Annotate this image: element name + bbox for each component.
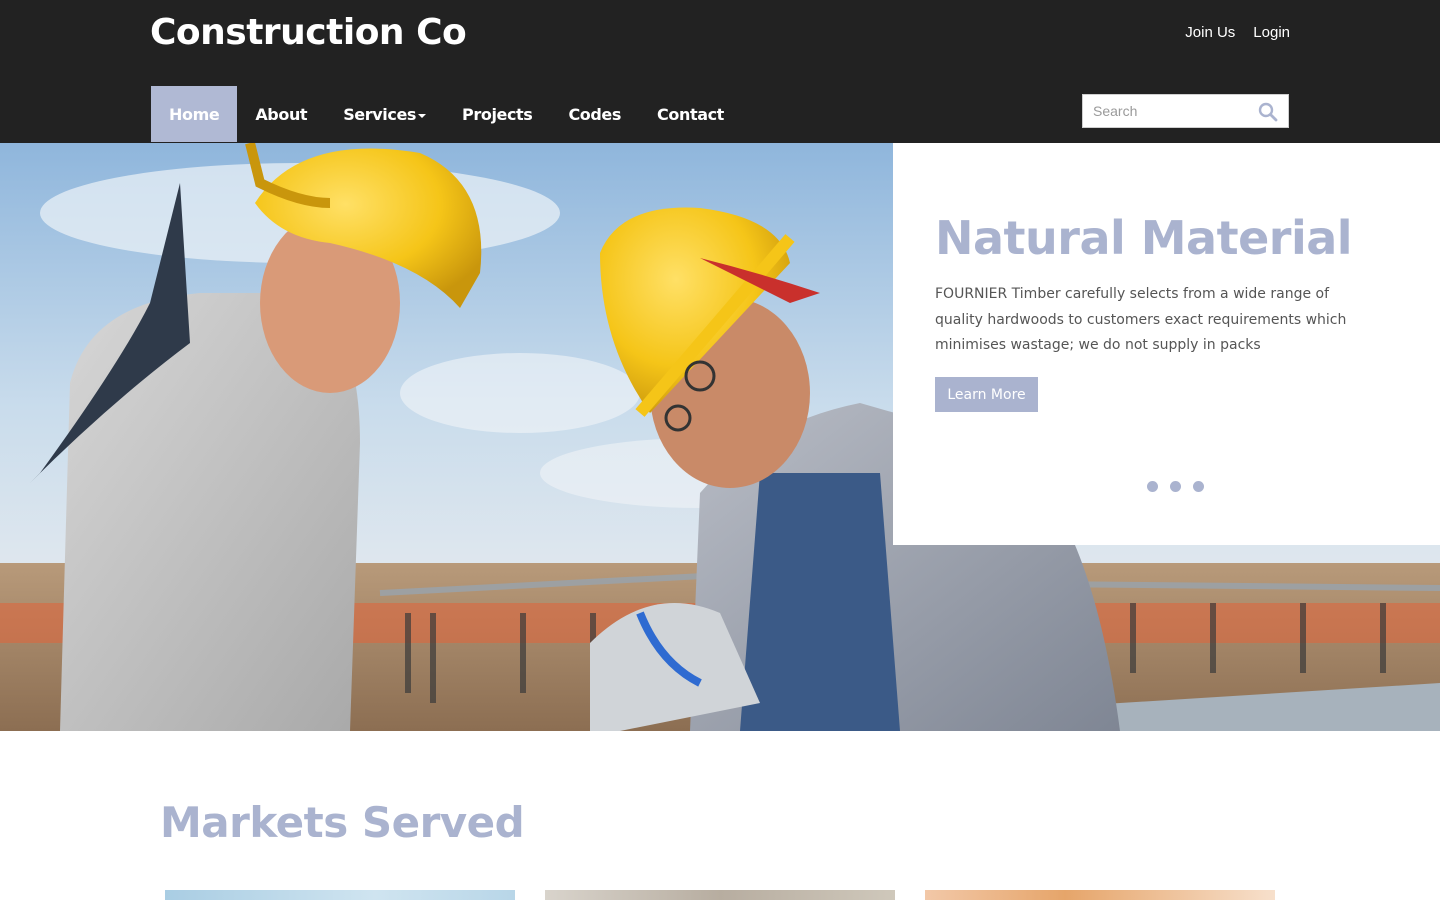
nav-item-home[interactable]: Home — [151, 86, 238, 142]
login-link[interactable]: Login — [1253, 24, 1290, 41]
market-thumbnail[interactable] — [925, 890, 1275, 900]
carousel-dots — [1147, 481, 1204, 492]
markets-served-heading: Markets Served — [160, 798, 525, 847]
nav-item-label: Contact — [657, 104, 724, 124]
carousel-dot[interactable] — [1193, 481, 1204, 492]
nav-item-label: Home — [169, 104, 220, 124]
join-us-link[interactable]: Join Us — [1185, 24, 1235, 41]
nav-item-codes[interactable]: Codes — [550, 86, 639, 142]
nav-item-label: Projects — [462, 104, 533, 124]
caret-down-icon — [418, 114, 427, 118]
hero-slide-card: Natural Material FOURNIER Timber careful… — [893, 143, 1440, 545]
slide-description: FOURNIER Timber carefully selects from a… — [935, 286, 1347, 353]
nav-item-label: About — [255, 104, 308, 124]
nav-item-label: Services — [343, 104, 417, 124]
site-header: Construction Co Join Us Login Home About… — [0, 0, 1440, 143]
nav-item-label: Codes — [568, 104, 622, 124]
carousel-dot[interactable] — [1170, 481, 1181, 492]
slide-title: Natural Material — [935, 211, 1353, 265]
carousel-dot[interactable] — [1147, 481, 1158, 492]
main-nav: Home About Services Projects Codes Conta… — [151, 86, 742, 142]
search-icon[interactable] — [1258, 102, 1278, 122]
top-links: Join Us Login — [1185, 24, 1290, 41]
nav-item-about[interactable]: About — [237, 86, 325, 142]
market-thumbnail[interactable] — [165, 890, 515, 900]
nav-item-contact[interactable]: Contact — [639, 86, 742, 142]
search-box — [1082, 94, 1289, 128]
nav-item-projects[interactable]: Projects — [444, 86, 550, 142]
brand-logo[interactable]: Construction Co — [150, 12, 467, 53]
market-thumbnail[interactable] — [545, 890, 895, 900]
learn-more-button[interactable]: Learn More — [935, 377, 1038, 412]
search-input[interactable] — [1083, 95, 1253, 127]
nav-item-services[interactable]: Services — [325, 86, 444, 142]
